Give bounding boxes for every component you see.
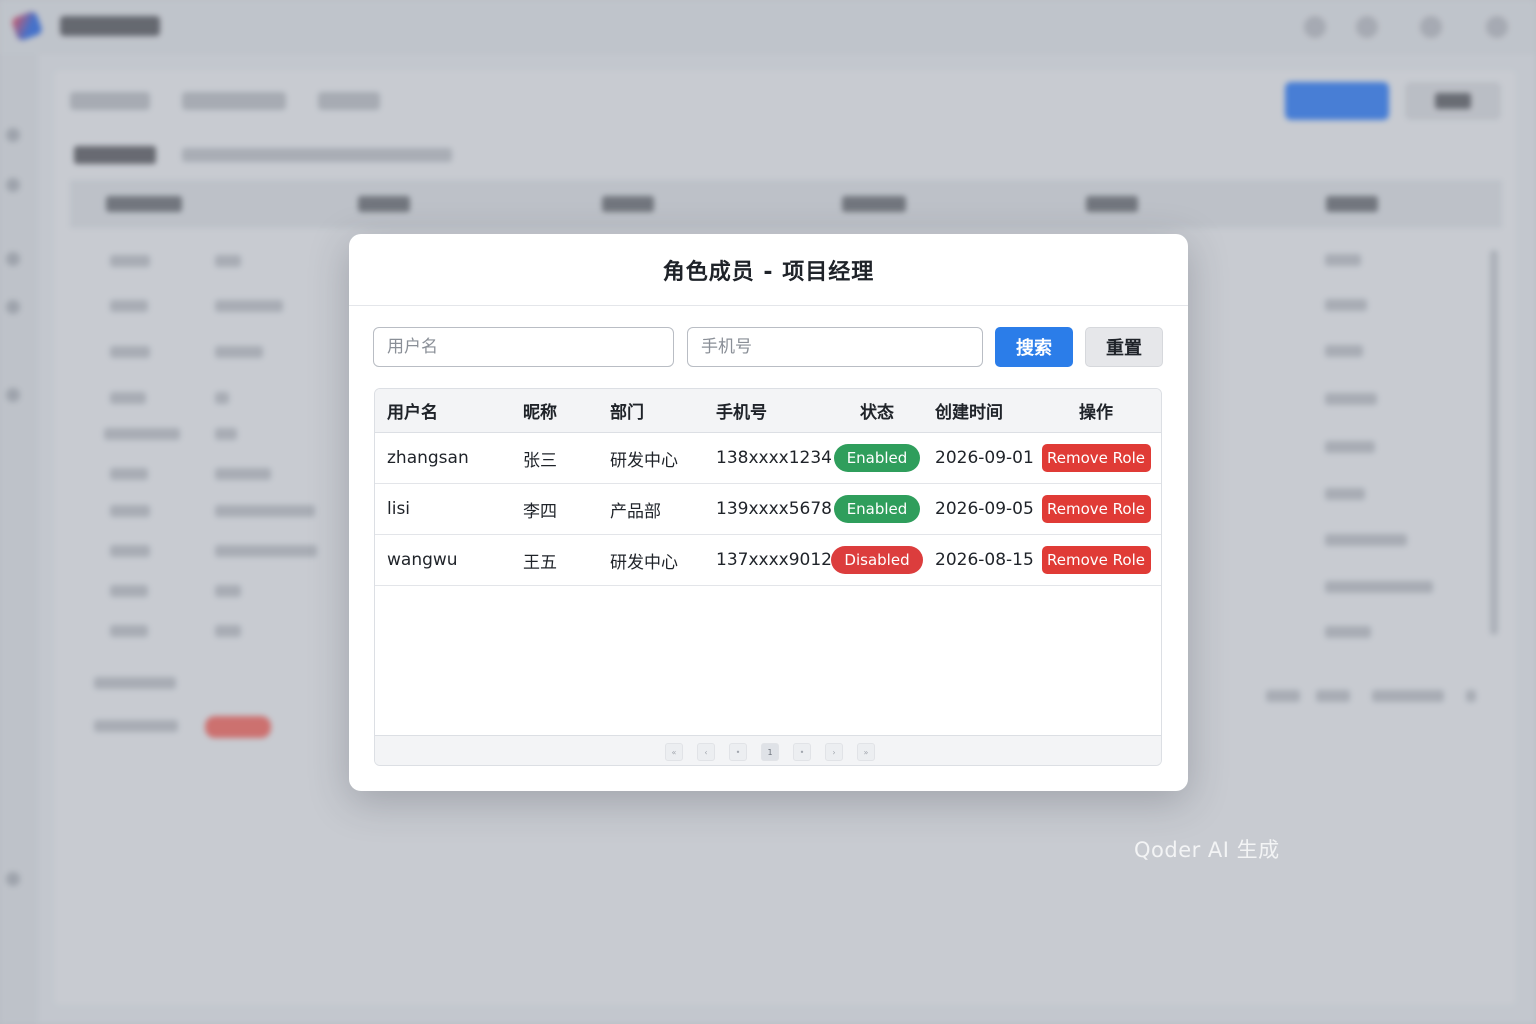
reset-button[interactable]: 重置 — [1085, 327, 1163, 367]
cell-phone: 139xxxx5678 — [716, 499, 832, 519]
table-row: zhangsan 张三 研发中心 138xxxx1234 Enabled 202… — [375, 433, 1161, 484]
table-row: lisi 李四 产品部 139xxxx5678 Enabled 2026-09-… — [375, 484, 1161, 535]
last-page-button[interactable]: » — [857, 743, 875, 761]
modal-title: 角色成员 - 项目经理 — [662, 259, 875, 285]
cell-status: Disabled — [831, 535, 923, 585]
phone-input[interactable] — [687, 327, 983, 367]
cell-status: Enabled — [833, 484, 921, 534]
cell-department: 产品部 — [610, 501, 661, 522]
cell-created: 2026-08-15 — [935, 550, 1034, 570]
cell-status: Enabled — [833, 433, 921, 483]
cell-phone: 138xxxx1234 — [716, 448, 832, 468]
role-members-modal: 角色成员 - 项目经理 搜索 重置 用户名 昵称 部门 手机号 状态 创建时间 … — [349, 234, 1188, 791]
page-button[interactable]: • — [729, 743, 747, 761]
cell-nickname: 李四 — [523, 501, 557, 522]
cell-actions: Remove Role — [1041, 433, 1151, 483]
members-table: 用户名 昵称 部门 手机号 状态 创建时间 操作 zhangsan 张三 研发中… — [374, 388, 1162, 766]
cell-created: 2026-09-05 — [935, 499, 1034, 519]
cell-username: zhangsan — [387, 448, 469, 468]
status-badge: Disabled — [831, 546, 923, 574]
search-button[interactable]: 搜索 — [995, 327, 1073, 367]
cell-department: 研发中心 — [610, 552, 678, 573]
prev-page-button[interactable]: ‹ — [697, 743, 715, 761]
pagination: « ‹ • 1 • › » — [375, 735, 1161, 765]
cell-created: 2026-09-01 — [935, 448, 1034, 468]
header-username: 用户名 — [387, 403, 438, 423]
header-nickname: 昵称 — [523, 403, 557, 423]
remove-role-button[interactable]: Remove Role — [1041, 444, 1151, 472]
cell-nickname: 张三 — [523, 450, 557, 471]
remove-role-button[interactable]: Remove Role — [1041, 495, 1151, 523]
next-page-button[interactable]: › — [825, 743, 843, 761]
first-page-button[interactable]: « — [665, 743, 683, 761]
modal-header: 角色成员 - 项目经理 — [349, 234, 1188, 306]
remove-role-button[interactable]: Remove Role — [1041, 546, 1151, 574]
header-phone: 手机号 — [716, 403, 767, 423]
page-button[interactable]: • — [793, 743, 811, 761]
header-created: 创建时间 — [935, 403, 1003, 423]
header-department: 部门 — [610, 403, 644, 423]
table-row: wangwu 王五 研发中心 137xxxx9012 Disabled 2026… — [375, 535, 1161, 586]
current-page-button[interactable]: 1 — [761, 743, 779, 761]
ai-watermark: Qoder AI 生成 — [1134, 838, 1280, 862]
cell-actions: Remove Role — [1041, 484, 1151, 534]
table-header: 用户名 昵称 部门 手机号 状态 创建时间 操作 — [375, 389, 1161, 433]
header-actions: 操作 — [1079, 403, 1113, 423]
cell-department: 研发中心 — [610, 450, 678, 471]
cell-nickname: 王五 — [523, 552, 557, 573]
header-status: 状态 — [860, 403, 894, 423]
cell-phone: 137xxxx9012 — [716, 550, 832, 570]
status-badge: Enabled — [833, 495, 921, 523]
status-badge: Enabled — [833, 444, 921, 472]
cell-username: lisi — [387, 499, 411, 519]
cell-actions: Remove Role — [1041, 535, 1151, 585]
cell-username: wangwu — [387, 550, 458, 570]
username-input[interactable] — [373, 327, 674, 367]
